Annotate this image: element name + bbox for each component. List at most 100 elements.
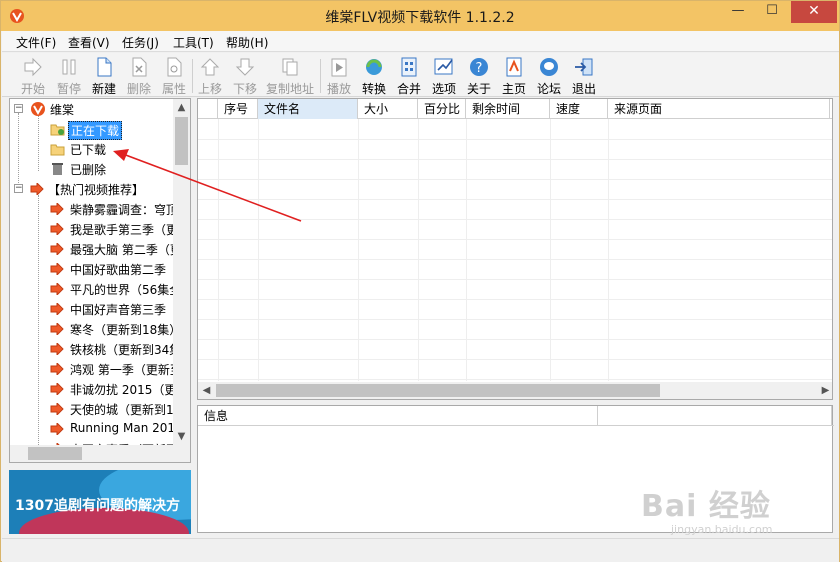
watermark-url: jingyan.baidu.com bbox=[671, 523, 773, 536]
tree-item-label: 我是歌手第三季（更 bbox=[70, 223, 179, 237]
properties-button[interactable]: 属性 bbox=[159, 56, 189, 97]
list-horizontal-scrollbar[interactable]: ◀ ▶ bbox=[198, 382, 832, 399]
home-page-button[interactable]: 主页 bbox=[499, 56, 529, 97]
tree-item-label: 平凡的世界（56集全 bbox=[70, 283, 182, 297]
tree-connector bbox=[18, 113, 19, 193]
tree-connector bbox=[38, 195, 39, 445]
scroll-up-arrow[interactable]: ▲ bbox=[173, 99, 190, 116]
category-tree[interactable]: − 维棠 正在下载 已下载 已删除 − 【热门视频推荐】 柴静雾霾调查：穹顶 我是… bbox=[9, 98, 191, 463]
tree-root-label: 维棠 bbox=[50, 103, 75, 117]
menu-view[interactable]: 查看(V) bbox=[68, 34, 110, 51]
hot-arrow-icon bbox=[50, 223, 64, 235]
grid-row-line bbox=[198, 259, 832, 260]
scroll-down-arrow[interactable]: ▼ bbox=[173, 428, 190, 445]
grid-row-line bbox=[198, 159, 832, 160]
collapse-toggle[interactable]: − bbox=[14, 184, 23, 193]
home-page-icon bbox=[506, 57, 522, 77]
new-button[interactable]: 新建 bbox=[89, 56, 119, 97]
tree-section-label: 【热门视频推荐】 bbox=[48, 183, 145, 197]
tree-item-label: 柴静雾霾调查：穹顶 bbox=[70, 203, 179, 217]
delete-button[interactable]: 删除 bbox=[124, 56, 154, 97]
tree-item-label: Running Man 2015 bbox=[70, 421, 183, 435]
folder-download-icon bbox=[50, 124, 65, 136]
forum-icon bbox=[540, 58, 558, 76]
column-header-remaining[interactable]: 剩余时间 bbox=[466, 99, 550, 119]
scroll-thumb[interactable] bbox=[28, 447, 82, 460]
toolbar: 开始 暂停 新建 删除 属性 上移 下移 复制地址 播放 转换 合并 选项 ? … bbox=[2, 53, 839, 97]
merge-button[interactable]: 合并 bbox=[394, 56, 424, 97]
tree-item-label: 非诚勿扰 2015（更 bbox=[70, 383, 177, 397]
move-up-button[interactable]: 上移 bbox=[195, 56, 225, 97]
column-header-filename[interactable]: 文件名 bbox=[258, 99, 358, 119]
menu-help[interactable]: 帮助(H) bbox=[226, 34, 268, 51]
hot-arrow-icon bbox=[50, 303, 64, 315]
promo-banner[interactable]: 1307追剧有问题的解决方 bbox=[9, 470, 191, 534]
app-logo-icon bbox=[31, 102, 45, 116]
pause-button[interactable]: 暂停 bbox=[54, 56, 84, 97]
hot-arrow-icon bbox=[50, 323, 64, 335]
window-title: 维棠FLV视频下载软件 1.1.2.2 bbox=[325, 10, 515, 26]
play-arrow-icon bbox=[24, 57, 42, 77]
pause-icon bbox=[62, 59, 76, 75]
scroll-thumb[interactable] bbox=[216, 384, 660, 397]
scroll-left-arrow[interactable]: ◀ bbox=[198, 382, 215, 399]
toolbar-separator bbox=[320, 59, 321, 93]
maximize-button[interactable]: ☐ bbox=[757, 1, 787, 23]
column-header-check[interactable] bbox=[198, 99, 218, 119]
collapse-toggle[interactable]: − bbox=[14, 104, 23, 113]
start-button[interactable]: 开始 bbox=[18, 56, 48, 97]
column-header-size[interactable]: 大小 bbox=[358, 99, 418, 119]
move-up-icon bbox=[200, 58, 220, 76]
toolbar-separator bbox=[192, 59, 193, 93]
tree-horizontal-scrollbar[interactable] bbox=[10, 445, 190, 462]
play-video-icon bbox=[331, 58, 347, 77]
menu-tools[interactable]: 工具(T) bbox=[173, 34, 214, 51]
column-header-source[interactable]: 来源页面 bbox=[608, 99, 830, 119]
list-header: 序号 文件名 大小 百分比 剩余时间 速度 来源页面 bbox=[198, 99, 832, 119]
grid-row-line bbox=[198, 379, 832, 380]
column-header-percent[interactable]: 百分比 bbox=[418, 99, 466, 119]
play-button[interactable]: 播放 bbox=[324, 56, 354, 97]
hot-arrow-icon bbox=[50, 343, 64, 355]
about-button[interactable]: ? 关于 bbox=[464, 56, 494, 97]
grid-row-line bbox=[198, 199, 832, 200]
copy-address-icon bbox=[282, 58, 298, 76]
tree-vertical-scrollbar[interactable]: ▲ ▼ bbox=[173, 99, 190, 445]
move-down-button[interactable]: 下移 bbox=[230, 56, 260, 97]
copy-address-button[interactable]: 复制地址 bbox=[264, 56, 316, 97]
tree-connector bbox=[38, 115, 39, 171]
grid-row-line bbox=[198, 319, 832, 320]
hot-arrow-icon bbox=[50, 243, 64, 255]
close-button[interactable]: ✕ bbox=[791, 1, 837, 23]
convert-icon bbox=[366, 59, 382, 75]
download-list[interactable]: 序号 文件名 大小 百分比 剩余时间 速度 来源页面 ◀ ▶ bbox=[197, 98, 833, 400]
minimize-button[interactable]: — bbox=[723, 1, 753, 23]
options-button[interactable]: 选项 bbox=[429, 56, 459, 97]
menu-file[interactable]: 文件(F) bbox=[16, 34, 56, 51]
scroll-right-arrow[interactable]: ▶ bbox=[817, 382, 832, 399]
grid-row-line bbox=[198, 339, 832, 340]
tree-item-label: 铁核桃（更新到34集 bbox=[70, 343, 182, 357]
menu-task[interactable]: 任务(J) bbox=[122, 34, 159, 51]
scroll-thumb[interactable] bbox=[175, 117, 188, 165]
tree-item-label: 最强大脑 第二季（更 bbox=[70, 243, 182, 257]
tree-item-label: 天使的城（更新到14 bbox=[70, 403, 182, 417]
grid-row-line bbox=[198, 239, 832, 240]
menu-bar: 文件(F) 查看(V) 任务(J) 工具(T) 帮助(H) bbox=[2, 31, 839, 52]
trash-icon bbox=[52, 163, 63, 175]
title-bar[interactable]: 维棠FLV视频下载软件 1.1.2.2 — ☐ ✕ bbox=[1, 1, 839, 31]
column-header-index[interactable]: 序号 bbox=[218, 99, 258, 119]
tree-item-label: 中国好声音第三季（ bbox=[70, 303, 179, 317]
column-header-info[interactable]: 信息 bbox=[198, 406, 598, 426]
forum-button[interactable]: 论坛 bbox=[534, 56, 564, 97]
exit-button[interactable]: 退出 bbox=[569, 56, 599, 97]
tree-item-label: 已下载 bbox=[70, 143, 107, 157]
column-header-blank[interactable] bbox=[598, 406, 832, 426]
tree-item-label: 中国好歌曲第二季（ bbox=[70, 263, 179, 277]
convert-button[interactable]: 转换 bbox=[359, 56, 389, 97]
column-header-speed[interactable]: 速度 bbox=[550, 99, 608, 119]
tree-item-label: 已删除 bbox=[70, 163, 107, 177]
hot-arrow-icon bbox=[50, 283, 64, 295]
hot-arrow-icon bbox=[50, 203, 64, 215]
grid-column-line bbox=[218, 119, 219, 381]
